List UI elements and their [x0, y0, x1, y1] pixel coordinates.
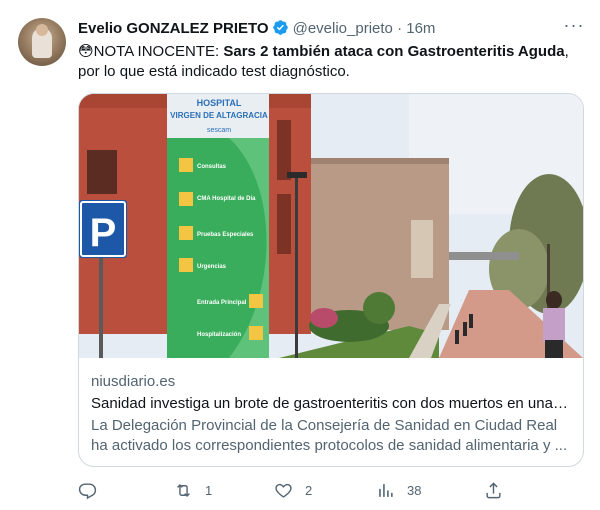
sign-directory-item: Pruebas Especiales	[197, 232, 254, 238]
views-icon	[379, 483, 393, 497]
sign-hospital-line1: HOSPITAL	[197, 98, 242, 108]
parking-sign-letter: P	[90, 211, 117, 255]
sign-directory-item: Hospitalización	[197, 332, 241, 338]
like-button[interactable]: 2	[274, 478, 312, 502]
tweet-emoji: 😳	[78, 43, 94, 60]
avatar-head	[36, 24, 48, 36]
timestamp[interactable]: 16m	[406, 20, 435, 37]
sign-directory-item: Consultas	[197, 164, 227, 170]
views-count: 38	[407, 482, 422, 498]
like-icon	[275, 483, 292, 498]
card-image-svg: P HOSPITAL VIRGEN DE ALTAGRACIA sescam C…	[79, 94, 583, 358]
reply-button[interactable]	[78, 478, 109, 502]
tweet-lead: NOTA INOCENTE:	[93, 43, 224, 60]
author-handle[interactable]: @evelio_prieto	[293, 20, 393, 37]
reply-icon	[78, 482, 97, 499]
card-title[interactable]: Sanidad investiga un brote de gastroente…	[91, 394, 571, 414]
views-button[interactable]: 38	[376, 478, 421, 502]
tweet-header: Evelio GONZALEZ PRIETO @evelio_prieto · 1…	[78, 19, 590, 41]
sign-directory-item: Urgencias	[197, 264, 227, 270]
avatar[interactable]	[18, 18, 66, 66]
verified-badge-icon	[272, 20, 288, 35]
share-button[interactable]	[484, 478, 503, 502]
sign-brand: sescam	[207, 127, 231, 134]
sign-directory-item: Entrada Principal	[197, 300, 247, 306]
tweet-bold: Sars 2 también ataca con Gastroenteritis…	[223, 43, 565, 60]
sign-directory-item: CMA Hospital de Día	[197, 196, 256, 202]
tweet-text: 😳NOTA INOCENTE: Sars 2 también ataca con…	[78, 42, 590, 82]
card-domain: niusdiario.es	[91, 373, 176, 390]
like-count: 2	[305, 482, 313, 498]
author-name[interactable]: Evelio GONZALEZ PRIETO	[78, 20, 269, 37]
retweet-count: 1	[205, 482, 213, 498]
retweet-icon	[177, 483, 190, 497]
separator: ·	[397, 20, 403, 37]
card-image[interactable]: P HOSPITAL VIRGEN DE ALTAGRACIA sescam C…	[79, 94, 583, 358]
card-description: La Delegación Provincial de la Consejerí…	[91, 417, 568, 454]
sign-hospital-line2: VIRGEN DE ALTAGRACIA	[170, 111, 268, 120]
share-icon	[486, 481, 501, 498]
link-card[interactable]: P HOSPITAL VIRGEN DE ALTAGRACIA sescam C…	[78, 93, 584, 467]
action-bar: 1 2 38	[78, 478, 590, 502]
more-icon[interactable]: ···	[562, 16, 586, 36]
tweet[interactable]: Evelio GONZALEZ PRIETO @evelio_prieto · 1…	[0, 0, 600, 510]
retweet-button[interactable]: 1	[174, 478, 212, 502]
card-meta: niusdiario.es Sanidad investiga un brote…	[91, 372, 571, 456]
